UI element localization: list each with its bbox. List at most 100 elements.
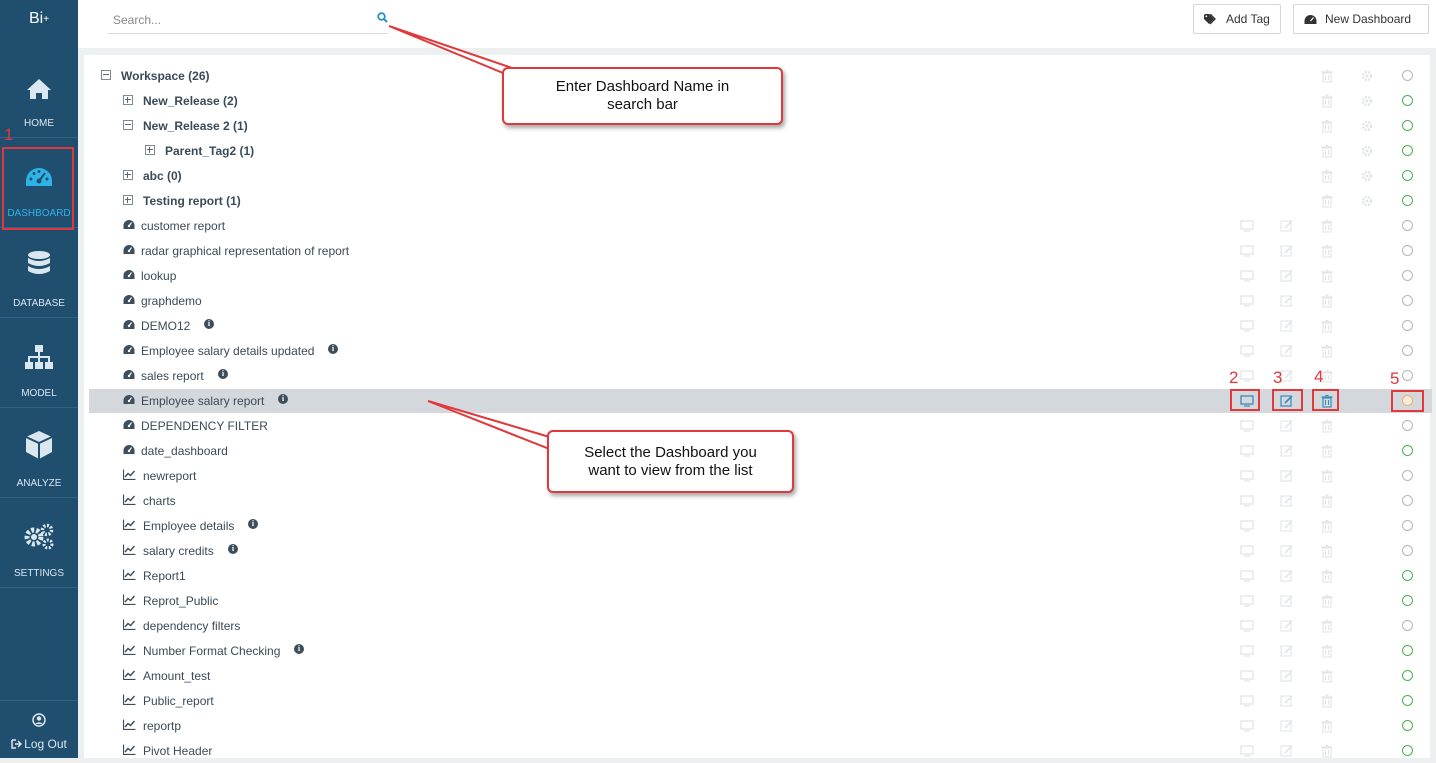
edit-icon[interactable] [1280, 344, 1294, 358]
delete-trash-icon[interactable] [1320, 719, 1334, 733]
user-circle-icon[interactable] [32, 713, 46, 727]
info-icon[interactable]: i [294, 644, 304, 654]
expand-icon[interactable] [123, 95, 133, 105]
edit-icon[interactable] [1280, 719, 1294, 733]
edit-icon[interactable] [1280, 444, 1294, 458]
status-toggle[interactable] [1402, 220, 1413, 231]
delete-trash-icon[interactable] [1320, 544, 1334, 558]
gear-icon[interactable] [1360, 119, 1374, 133]
gear-icon[interactable] [1360, 144, 1374, 158]
logout-link[interactable]: Log Out [11, 737, 67, 751]
delete-trash-icon[interactable] [1320, 169, 1334, 183]
report-list-item[interactable]: dependency filters [89, 614, 1432, 638]
edit-icon[interactable] [1280, 669, 1294, 683]
tree-folder-row[interactable]: Testing report (1) [89, 189, 1432, 213]
report-list-item[interactable]: Pivot Header [89, 739, 1432, 763]
view-dashboard-icon[interactable] [1240, 444, 1254, 458]
view-dashboard-icon[interactable] [1240, 269, 1254, 283]
view-dashboard-icon[interactable] [1240, 694, 1254, 708]
collapse-icon[interactable] [123, 120, 133, 130]
status-toggle[interactable] [1402, 345, 1413, 356]
edit-icon[interactable] [1280, 244, 1294, 258]
view-dashboard-icon[interactable] [1240, 594, 1254, 608]
delete-trash-icon[interactable] [1320, 269, 1334, 283]
view-dashboard-icon[interactable] [1240, 669, 1254, 683]
dashboard-list-item[interactable]: radar graphical representation of report [89, 239, 1432, 263]
dashboard-list-item[interactable]: customer report [89, 214, 1432, 238]
view-dashboard-icon[interactable] [1240, 619, 1254, 633]
delete-trash-icon[interactable] [1320, 294, 1334, 308]
status-toggle[interactable] [1402, 145, 1413, 156]
new-dashboard-button[interactable]: New Dashboard [1293, 4, 1429, 34]
view-dashboard-icon[interactable] [1240, 219, 1254, 233]
info-icon[interactable]: i [248, 519, 258, 529]
delete-trash-icon[interactable] [1320, 344, 1334, 358]
report-list-item[interactable]: Amount_test [89, 664, 1432, 688]
dashboard-list-item[interactable]: graphdemo [89, 289, 1432, 313]
edit-icon[interactable] [1280, 419, 1294, 433]
tree-folder-row[interactable]: Parent_Tag2 (1) [89, 139, 1432, 163]
delete-trash-icon[interactable] [1320, 694, 1334, 708]
view-dashboard-icon[interactable] [1240, 544, 1254, 558]
delete-trash-icon[interactable] [1320, 119, 1334, 133]
view-dashboard-icon[interactable] [1240, 319, 1254, 333]
delete-trash-icon[interactable] [1320, 619, 1334, 633]
collapse-icon[interactable] [101, 70, 111, 80]
status-toggle[interactable] [1402, 195, 1413, 206]
delete-trash-icon[interactable] [1320, 244, 1334, 258]
info-icon[interactable]: i [204, 319, 214, 329]
edit-icon[interactable] [1280, 694, 1294, 708]
app-logo[interactable]: Bi + [0, 0, 78, 38]
add-tag-button[interactable]: Add Tag [1193, 4, 1281, 34]
status-toggle[interactable] [1402, 545, 1413, 556]
info-icon[interactable]: i [228, 544, 238, 554]
status-toggle[interactable] [1402, 695, 1413, 706]
edit-icon[interactable] [1280, 319, 1294, 333]
view-dashboard-icon[interactable] [1240, 469, 1254, 483]
delete-trash-icon[interactable] [1320, 569, 1334, 583]
gear-icon[interactable] [1360, 194, 1374, 208]
edit-icon[interactable] [1280, 619, 1294, 633]
status-toggle[interactable] [1402, 595, 1413, 606]
status-toggle[interactable] [1402, 645, 1413, 656]
status-toggle[interactable] [1402, 720, 1413, 731]
gear-icon[interactable] [1360, 169, 1374, 183]
status-toggle[interactable] [1402, 570, 1413, 581]
report-list-item[interactable]: Public_report [89, 689, 1432, 713]
dashboard-list-item[interactable]: Employee salary details updated i [89, 339, 1432, 363]
dashboard-list-item[interactable]: DEMO12 i [89, 314, 1432, 338]
edit-icon[interactable] [1280, 269, 1294, 283]
edit-icon[interactable] [1280, 569, 1294, 583]
status-toggle[interactable] [1402, 520, 1413, 531]
status-toggle[interactable] [1402, 295, 1413, 306]
report-list-item[interactable]: reportp [89, 714, 1432, 738]
view-dashboard-icon[interactable] [1240, 744, 1254, 758]
edit-icon[interactable] [1280, 519, 1294, 533]
status-toggle[interactable] [1402, 670, 1413, 681]
view-dashboard-icon[interactable] [1240, 719, 1254, 733]
info-icon[interactable]: i [328, 344, 338, 354]
expand-icon[interactable] [123, 195, 133, 205]
view-dashboard-icon[interactable] [1240, 244, 1254, 258]
search-icon[interactable] [377, 12, 388, 23]
status-toggle[interactable] [1402, 270, 1413, 281]
status-toggle[interactable] [1402, 70, 1413, 81]
edit-icon[interactable] [1280, 469, 1294, 483]
view-dashboard-icon[interactable] [1240, 344, 1254, 358]
view-dashboard-icon[interactable] [1240, 494, 1254, 508]
sidebar-item-database[interactable]: DATABASE [0, 228, 78, 318]
delete-trash-icon[interactable] [1320, 469, 1334, 483]
sidebar-item-settings[interactable]: SETTINGS [0, 498, 78, 588]
report-list-item[interactable]: Report1 [89, 564, 1432, 588]
tree-folder-row[interactable]: abc (0) [89, 164, 1432, 188]
view-dashboard-icon[interactable] [1240, 419, 1254, 433]
view-dashboard-icon[interactable] [1240, 369, 1254, 383]
delete-trash-icon[interactable] [1320, 419, 1334, 433]
delete-trash-icon[interactable] [1320, 69, 1334, 83]
delete-trash-icon[interactable] [1320, 594, 1334, 608]
delete-trash-icon[interactable] [1320, 144, 1334, 158]
delete-trash-icon[interactable] [1320, 744, 1334, 758]
edit-icon[interactable] [1280, 294, 1294, 308]
status-toggle[interactable] [1402, 445, 1413, 456]
delete-trash-icon[interactable] [1320, 444, 1334, 458]
